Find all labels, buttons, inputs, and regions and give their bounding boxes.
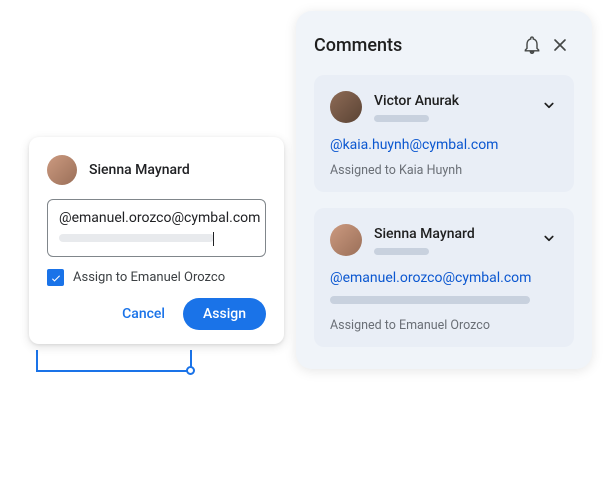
close-button[interactable] [546,31,574,59]
current-user-name: Sienna Maynard [89,162,190,178]
mention-text: @emanuel.orozco@cymbal.com [59,210,254,226]
assign-checkbox-label: Assign to Emanuel Orozco [73,270,225,285]
notifications-button[interactable] [518,31,546,59]
comments-title: Comments [314,35,518,56]
mention-link[interactable]: @kaia.huynh@cymbal.com [330,137,558,153]
chevron-down-icon [540,96,558,114]
comment-head: Victor Anurak [330,91,558,123]
avatar [330,224,362,256]
cancel-button[interactable]: Cancel [114,300,173,328]
comment-user: Victor Anurak [374,93,528,122]
assign-button[interactable]: Assign [183,298,266,330]
comment-timestamp [374,115,429,122]
comments-header: Comments [314,31,574,59]
comment-input[interactable]: @emanuel.orozco@cymbal.com [47,199,266,257]
expand-button[interactable] [540,229,558,251]
close-icon [550,35,570,55]
dialog-buttons: Cancel Assign [47,298,266,330]
comment-author: Victor Anurak [374,93,528,109]
text-caret [213,232,214,246]
comment-card[interactable]: Victor Anurak @kaia.huynh@cymbal.com Ass… [314,75,574,192]
chevron-down-icon [540,229,558,247]
comment-head: Sienna Maynard [330,224,558,256]
assign-dialog: Sienna Maynard @emanuel.orozco@cymbal.co… [29,137,284,344]
assign-checkbox[interactable] [47,269,64,286]
comments-panel: Comments Victor Anurak @kaia.huynh@cymba… [296,11,592,369]
comment-body-line [330,296,530,304]
avatar [47,155,77,185]
input-placeholder-line [59,234,214,242]
check-icon [50,272,62,284]
selection-handle[interactable] [36,350,192,372]
avatar [330,91,362,123]
comment-card[interactable]: Sienna Maynard @emanuel.orozco@cymbal.co… [314,208,574,347]
assigned-to-text: Assigned to Emanuel Orozco [330,318,558,333]
bell-icon [522,35,542,55]
selection-resize-dot[interactable] [186,366,195,375]
comment-timestamp [374,248,429,255]
comment-user: Sienna Maynard [374,226,528,255]
expand-button[interactable] [540,96,558,118]
assign-dialog-header: Sienna Maynard [47,155,266,185]
assigned-to-text: Assigned to Kaia Huynh [330,163,558,178]
comment-author: Sienna Maynard [374,226,528,242]
mention-link[interactable]: @emanuel.orozco@cymbal.com [330,270,558,286]
assign-checkbox-row[interactable]: Assign to Emanuel Orozco [47,269,266,286]
